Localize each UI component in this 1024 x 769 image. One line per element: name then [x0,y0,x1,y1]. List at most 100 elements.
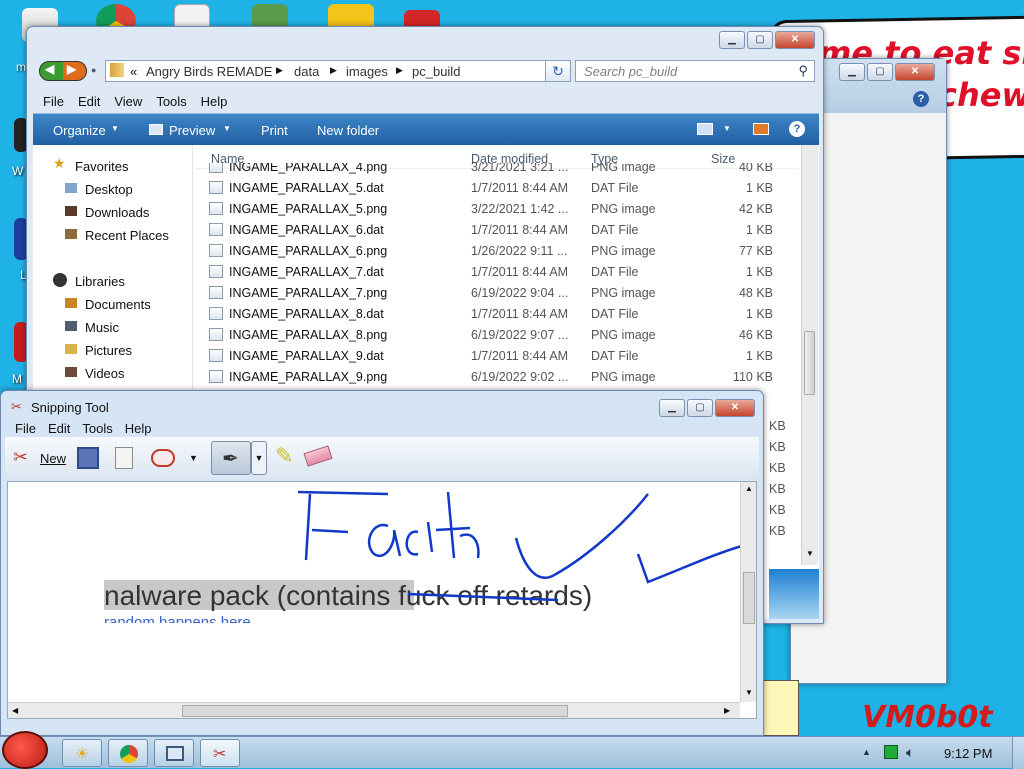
pen-dropdown-button[interactable]: ▼ [251,441,267,475]
organize-button[interactable]: Organize [53,123,106,138]
breadcrumb-angry-birds[interactable]: Angry Birds REMADE [146,64,272,79]
back-arrow-icon[interactable]: ◀ [45,62,54,76]
scroll-thumb[interactable] [182,705,568,717]
file-row[interactable]: INGAME_PARALLAX_8.dat 1/7/2011 8:44 AM DAT… [33,304,803,325]
breadcrumb-images[interactable]: images [346,64,388,79]
png-file-icon [209,370,223,383]
menu-file[interactable]: File [43,94,64,109]
file-row[interactable]: INGAME_PARALLAX_8.png 6/19/2022 9:07 ... P… [33,325,803,346]
minimize-button[interactable]: ▁ [659,399,685,417]
recent-pages-icon[interactable]: ● [91,65,96,75]
file-size: 42 KB [738,202,773,216]
breadcrumb-prefix[interactable]: « [130,64,137,79]
snipping-tool-window[interactable]: ✂ Snipping Tool ▁ ▢ ✕ File Edit Tools He… [0,390,764,736]
print-button[interactable]: Print [261,123,288,138]
taskbar-app-snipping[interactable]: ✂ [200,739,240,767]
breadcrumb-data[interactable]: data [294,64,319,79]
taskbar-app-explorer[interactable] [154,739,194,767]
scroll-down-arrow-icon[interactable]: ▼ [806,549,814,558]
file-date: 6/19/2022 9:07 ... [471,328,569,342]
search-icon[interactable]: ⚲ [798,63,808,79]
minimize-button[interactable]: ▁ [719,31,745,49]
canvas-horizontal-scrollbar[interactable]: ◀ ▶ [8,702,740,718]
scroll-right-arrow-icon[interactable]: ▶ [724,706,730,715]
file-size: 1 KB [745,223,773,237]
file-row[interactable]: INGAME_PARALLAX_9.dat 1/7/2011 8:44 AM DAT… [33,346,803,367]
scroll-up-arrow-icon[interactable]: ▲ [745,484,753,493]
scroll-thumb[interactable] [743,572,755,624]
file-row[interactable]: INGAME_PARALLAX_9.png 6/19/2022 9:02 ... P… [33,367,803,388]
chevron-right-icon[interactable]: ▶ [276,65,283,76]
file-date: 1/7/2011 8:44 AM [471,265,569,279]
pen-button[interactable]: ✒ [211,441,251,475]
show-hidden-icons-icon[interactable]: ▲ [862,747,871,757]
file-type: DAT File [591,349,639,363]
help-icon[interactable]: ? [913,91,929,107]
file-row[interactable]: INGAME_PARALLAX_7.dat 1/7/2011 8:44 AM DAT… [33,262,803,283]
volume-icon[interactable]: 🔈︎ [906,744,914,761]
eraser-icon[interactable] [303,445,333,467]
refresh-button[interactable]: ↻ [545,60,571,82]
save-icon[interactable] [77,447,99,469]
new-folder-button[interactable]: New folder [317,123,379,138]
taskbar-app-chrome[interactable] [108,739,148,767]
forward-arrow-icon[interactable]: ▶ [67,62,76,76]
menu-help[interactable]: Help [201,94,228,109]
close-button[interactable]: ✕ [775,31,815,49]
chevron-right-icon[interactable]: ▶ [396,65,403,76]
canvas-vertical-scrollbar[interactable]: ▲ ▼ [740,482,756,702]
menu-file[interactable]: File [15,421,36,436]
change-view-icon[interactable] [697,123,713,135]
help-icon[interactable]: ? [789,121,805,137]
sign-text-line2: chew [938,76,1024,114]
file-row[interactable]: INGAME_PARALLAX_4.png 3/21/2021 3:21 ... P… [33,163,803,178]
preview-button[interactable]: Preview [169,123,215,138]
address-bar[interactable]: « Angry Birds REMADE ▶ data ▶ images ▶ p… [105,60,571,82]
network-icon[interactable] [884,745,898,759]
new-snip-button[interactable]: New [40,451,66,466]
file-type: PNG image [591,163,656,174]
minimize-button[interactable]: ▁ [839,63,865,81]
new-snip-icon[interactable]: ✂ [13,447,28,468]
maximize-button[interactable]: ▢ [687,399,713,417]
file-row[interactable]: INGAME_PARALLAX_6.png 1/26/2022 9:11 ... P… [33,241,803,262]
file-row[interactable]: INGAME_PARALLAX_5.png 3/22/2021 1:42 ... P… [33,199,803,220]
start-button[interactable] [2,731,48,769]
file-row[interactable]: INGAME_PARALLAX_6.dat 1/7/2011 8:44 AM DAT… [33,220,803,241]
menu-help[interactable]: Help [125,421,152,436]
highlighter-icon[interactable]: ✎ [275,443,293,469]
scroll-thumb[interactable] [804,331,815,395]
snip-canvas[interactable]: nalware pack (contains fuck off retards)… [7,481,757,719]
chevron-down-icon[interactable]: ▼ [189,453,198,463]
maximize-button[interactable]: ▢ [747,31,773,49]
chevron-right-icon[interactable]: ▶ [330,65,337,76]
file-row[interactable]: INGAME_PARALLAX_7.png 6/19/2022 9:04 ... P… [33,283,803,304]
scroll-left-arrow-icon[interactable]: ◀ [12,706,18,715]
close-button[interactable]: ✕ [895,63,935,81]
menu-edit[interactable]: Edit [48,421,70,436]
file-type: DAT File [591,265,639,279]
file-row[interactable]: INGAME_PARALLAX_5.dat 1/7/2011 8:44 AM DAT… [33,178,803,199]
copy-icon[interactable] [115,447,133,469]
details-pane-thumbnail [769,569,819,619]
taskbar-app-sun[interactable]: ☀ [62,739,102,767]
menu-edit[interactable]: Edit [78,94,100,109]
menu-tools[interactable]: Tools [156,94,186,109]
send-snip-icon[interactable] [151,449,175,467]
maximize-button[interactable]: ▢ [867,63,893,81]
breadcrumb-pc-build[interactable]: pc_build [412,64,460,79]
preview-pane-icon[interactable] [753,123,769,135]
chevron-down-icon[interactable]: ▼ [723,124,731,133]
folder-window-icon [166,746,184,761]
show-desktop-button[interactable] [1012,737,1024,769]
file-name: INGAME_PARALLAX_9.png [229,370,388,384]
vertical-scrollbar[interactable]: ▼ [801,145,818,565]
window-title: Snipping Tool [31,400,109,415]
search-input[interactable]: Search pc_build ⚲ [575,60,815,82]
close-button[interactable]: ✕ [715,399,755,417]
menu-tools[interactable]: Tools [82,421,112,436]
scroll-down-arrow-icon[interactable]: ▼ [745,688,753,697]
menu-view[interactable]: View [114,94,142,109]
desktop-icon-label: m [16,60,26,74]
taskbar-clock[interactable]: 9:12 PM [944,746,992,761]
